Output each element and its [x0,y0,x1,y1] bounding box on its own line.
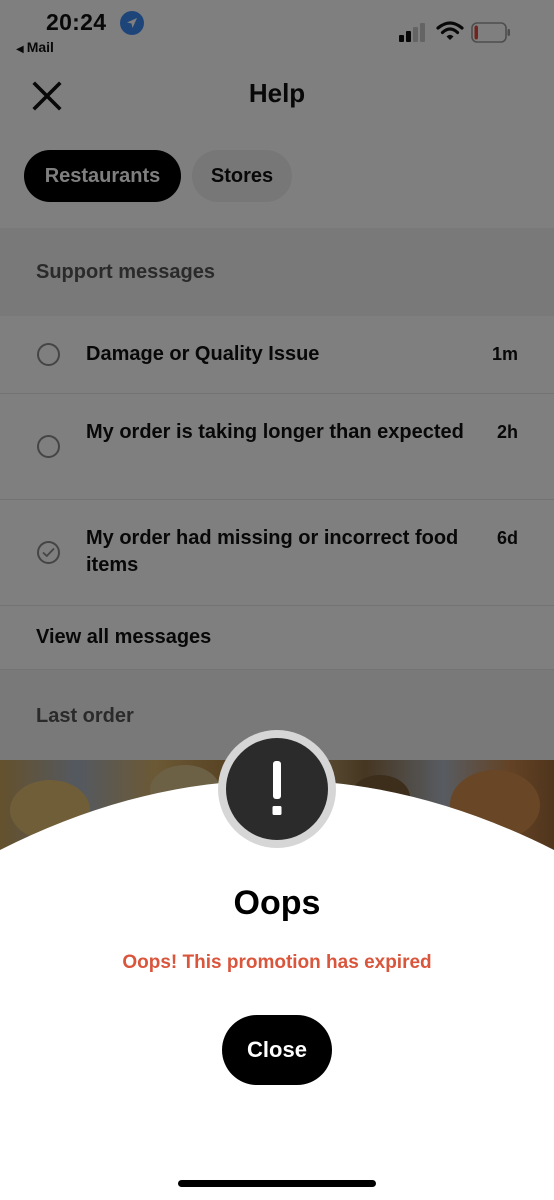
home-indicator[interactable] [178,1180,376,1187]
close-button[interactable]: Close [222,1015,332,1085]
alert-badge [218,730,336,848]
exclamation-icon [226,738,328,840]
error-bottom-sheet: Oops Oops! This promotion has expired Cl… [0,0,554,1200]
dialog-title: Oops [233,884,321,922]
dialog-message: Oops! This promotion has expired [122,952,432,973]
